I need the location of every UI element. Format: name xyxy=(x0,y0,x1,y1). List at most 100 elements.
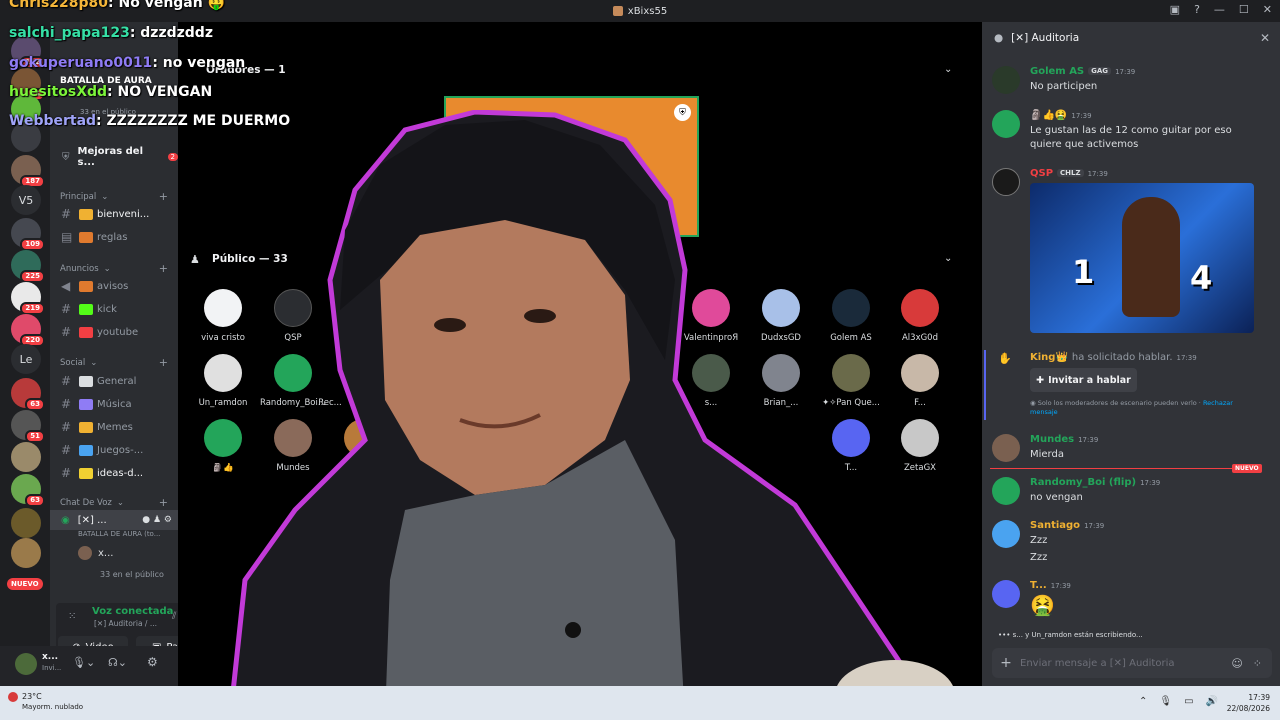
message-author: T... 17:39 xyxy=(1030,580,1071,591)
message-author: QSP CHLZ 17:39 xyxy=(1030,168,1108,179)
user-status: Invi... xyxy=(42,664,62,672)
channel-avisos[interactable]: ◀ avisos xyxy=(50,276,178,296)
new-badge[interactable]: NUEVO xyxy=(7,578,43,590)
channel-general[interactable]: # General xyxy=(50,371,178,391)
server-icon[interactable] xyxy=(11,508,41,538)
voice-channel-name: [✕] Auditoria / ... xyxy=(94,619,157,628)
category-voz[interactable]: Chat De Voz ⌄ + xyxy=(60,496,168,509)
new-messages-divider xyxy=(990,468,1262,469)
voice-member[interactable]: x... xyxy=(50,543,178,563)
server-tag: CHLZ xyxy=(1057,169,1084,177)
apps-icon[interactable]: ⁘ xyxy=(1253,657,1262,670)
moderator-note: ◉ Solo los moderadores de escenario pued… xyxy=(1030,399,1233,416)
network-icon[interactable]: ▭ xyxy=(1184,696,1193,707)
typing-indicator: ••• s... y Un_ramdon están escribiendo..… xyxy=(998,631,1143,639)
avatar[interactable] xyxy=(992,66,1020,94)
megaphone-icon: ◀ xyxy=(61,279,71,293)
maximize-button[interactable]: ☐ xyxy=(1239,3,1249,16)
weather-widget[interactable]: 23°C Mayorm. nublado xyxy=(22,692,83,712)
composer-input[interactable]: Enviar mensaje a [✕] Auditoria xyxy=(1020,658,1174,669)
inbox-icon[interactable]: ▣ xyxy=(1170,3,1180,16)
chevron-up-icon[interactable]: ⌃ xyxy=(1139,696,1147,707)
message-text: Le gustan las de 12 como guitar por eso … xyxy=(1030,125,1232,150)
server-icon[interactable] xyxy=(11,538,41,568)
system-tray: ⌃ 🎙 ▭ 🔊 xyxy=(1139,696,1218,707)
server-icon[interactable]: 219 xyxy=(11,282,45,315)
settings-icon[interactable]: ⚙ xyxy=(147,655,158,669)
message-text: Mierda xyxy=(1030,449,1064,460)
volume-icon[interactable]: 🔊 xyxy=(1206,696,1218,707)
message-text: No participen xyxy=(1030,81,1098,92)
eye-shape xyxy=(434,318,466,332)
meme-figure xyxy=(1122,197,1180,317)
overlay-chat-line: salchi_papa123: dzzdzddz xyxy=(9,25,213,41)
chat-header: ● [✕] Auditoria ✕ xyxy=(982,22,1280,54)
voice-channel-active[interactable]: ◉ [✕] ... ● ♟ ⚙ xyxy=(50,510,178,530)
message-author: Mundes 17:39 xyxy=(1030,434,1099,445)
message-text: Zzz xyxy=(1030,552,1048,563)
help-icon[interactable]: ? xyxy=(1194,3,1200,16)
server-icon[interactable]: 63 xyxy=(11,378,45,411)
message-author: Golem AS GAG 17:39 xyxy=(1030,66,1136,77)
clock[interactable]: 17:39 22/08/2026 xyxy=(1227,692,1270,714)
server-icon[interactable]: 51 xyxy=(11,410,45,443)
server-icon[interactable]: 225 xyxy=(11,250,45,283)
server-icon[interactable]: 187 xyxy=(11,155,45,188)
stage-icon: ◉ xyxy=(61,514,70,526)
chevron-down-icon[interactable]: ⌄ xyxy=(944,64,952,75)
weather-alert-icon[interactable] xyxy=(8,692,18,702)
avatar[interactable] xyxy=(15,653,37,675)
noise-suppression-icon[interactable]: ⫽ xyxy=(172,611,176,622)
message-author: Randomy_Boi (flip) 17:39 xyxy=(1030,477,1161,488)
channel-juegos[interactable]: # Juegos-... xyxy=(50,440,178,460)
channel-boosts[interactable]: ⛨ Mejoras del s... 2 xyxy=(50,146,178,168)
server-icon-v5[interactable]: V5 xyxy=(11,185,41,215)
category-social[interactable]: Social ⌄ + xyxy=(60,356,168,369)
invite-icon: ✚ xyxy=(1036,374,1045,386)
message-composer[interactable]: + Enviar mensaje a [✕] Auditoria ☺ ⁘ xyxy=(992,648,1272,678)
server-icon-le[interactable]: Le xyxy=(11,344,41,374)
eye-shape xyxy=(524,309,556,323)
audience-icon: ♟ xyxy=(190,253,200,266)
category-principal[interactable]: Principal ⌄ + xyxy=(60,190,168,203)
microphone-icon[interactable]: 🎙⌄ xyxy=(72,656,95,669)
meme-image[interactable]: 1 4 xyxy=(1030,183,1254,333)
microphone-icon[interactable]: 🎙 xyxy=(1159,696,1172,707)
eye-icon: ◉ xyxy=(1030,399,1036,407)
voice-public-count: 33 en el público xyxy=(100,570,164,579)
server-icon[interactable]: 220 xyxy=(11,314,45,347)
add-channel-icon: + xyxy=(158,262,168,275)
channel-musica[interactable]: # Música xyxy=(50,394,178,414)
channel-youtube[interactable]: # youtube xyxy=(50,322,178,342)
emoji-icon[interactable]: ☺ xyxy=(1231,657,1242,670)
message-text: Zzz xyxy=(1030,535,1048,546)
channel-reglas[interactable]: ▤ reglas xyxy=(50,227,178,247)
server-icon[interactable] xyxy=(11,442,41,472)
invite-to-speak-button[interactable]: ✚ Invitar a hablar xyxy=(1030,368,1137,392)
server-icon[interactable]: 109 xyxy=(11,218,45,251)
voice-channel-topic: BATALLA DE AURA (to... xyxy=(78,530,161,538)
close-button[interactable]: ✕ xyxy=(1263,3,1272,16)
minimize-button[interactable]: — xyxy=(1214,3,1225,16)
close-icon[interactable]: ✕ xyxy=(1260,31,1270,45)
signal-icon[interactable]: ⁙ xyxy=(68,611,76,622)
add-channel-icon: + xyxy=(158,356,168,369)
channel-memes[interactable]: # Memes xyxy=(50,417,178,437)
channel-actions-icon: ● ♟ ⚙ xyxy=(142,515,172,525)
overlay-chat-line: Webbertad: ZZZZZZZZ ME DUERMO xyxy=(9,113,291,129)
channel-ideas[interactable]: # ideas-d... xyxy=(50,463,178,483)
user-name[interactable]: x... xyxy=(42,652,58,662)
channel-kick[interactable]: # kick xyxy=(50,299,178,319)
server-icon[interactable]: 63 xyxy=(11,474,45,507)
message-text: no vengan xyxy=(1030,492,1083,503)
message-author: Santiago 17:39 xyxy=(1030,520,1105,531)
add-channel-icon: + xyxy=(158,496,168,509)
category-anuncios[interactable]: Anuncios ⌄ + xyxy=(60,262,168,275)
count-badge: 2 xyxy=(167,153,178,161)
channel-bienvenida[interactable]: # bienveni... xyxy=(50,204,178,224)
overlay-chat-line: Chris228p80: No vengan 🤑 xyxy=(9,0,226,11)
chat-bubble-icon: ● xyxy=(994,32,1004,44)
voice-status[interactable]: Voz conectada xyxy=(92,606,173,617)
shield-icon: ⛨ xyxy=(62,151,70,163)
headphones-icon[interactable]: ☊⌄ xyxy=(108,656,127,669)
